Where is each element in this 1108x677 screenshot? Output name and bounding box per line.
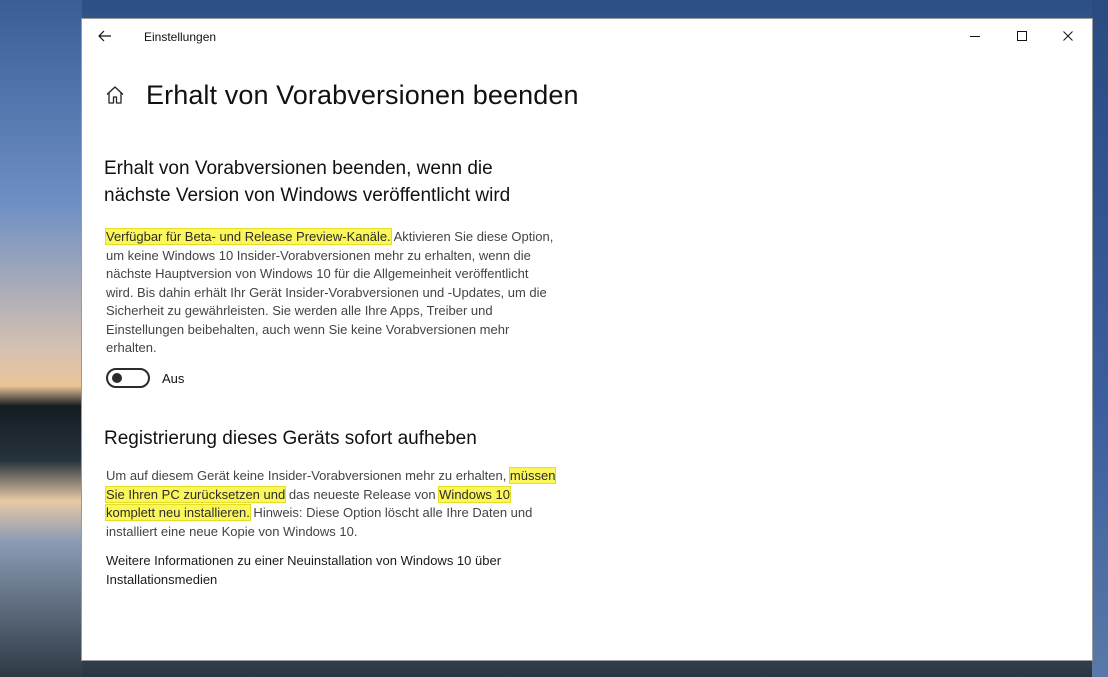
section-prerelease-body: Aktivieren Sie diese Option, um keine Wi…: [106, 229, 554, 355]
section-prerelease-title: Erhalt von Vorabversionen beenden, wenn …: [104, 158, 511, 206]
unregister-body-start: Um auf diesem Gerät keine Insider-Vorabv…: [106, 468, 510, 483]
toggle-knob: [112, 373, 122, 383]
title-bar: Einstellungen: [82, 19, 1092, 53]
settings-window: Einstellungen Erhalt von Vorabversionen …: [82, 19, 1092, 660]
close-icon: [1063, 31, 1073, 41]
app-title: Einstellungen: [144, 30, 217, 44]
reinstall-info-link[interactable]: Weitere Informationen zu einer Neuinstal…: [106, 552, 558, 589]
highlighted-text-channels: Verfügbar für Beta- und Release Preview-…: [105, 228, 392, 245]
section-unregister-description: Um auf diesem Gerät keine Insider-Vorabv…: [104, 467, 558, 541]
page-header: Erhalt von Vorabversionen beenden: [104, 75, 579, 115]
toggle-state-label: Aus: [162, 370, 185, 386]
back-button[interactable]: [92, 25, 118, 47]
unregister-body-mid: das neueste Release von: [285, 486, 440, 502]
maximize-button[interactable]: [1007, 24, 1037, 48]
section-prerelease-description: Verfügbar für Beta- und Release Preview-…: [105, 228, 558, 358]
desktop-background-right: [1092, 0, 1108, 677]
home-icon: [106, 86, 124, 104]
maximize-icon: [1017, 31, 1027, 41]
desktop-background-left: [0, 0, 82, 677]
stop-previews-toggle[interactable]: [106, 368, 150, 388]
minimize-icon: [970, 36, 980, 37]
back-arrow-icon: [98, 30, 111, 42]
stop-previews-toggle-row: Aus: [106, 368, 184, 388]
home-button[interactable]: [104, 84, 126, 106]
close-button[interactable]: [1053, 24, 1083, 48]
page-title: Erhalt von Vorabversionen beenden: [146, 79, 579, 110]
section-unregister-title: Registrierung dieses Geräts sofort aufhe…: [104, 428, 477, 449]
minimize-button[interactable]: [960, 24, 990, 48]
